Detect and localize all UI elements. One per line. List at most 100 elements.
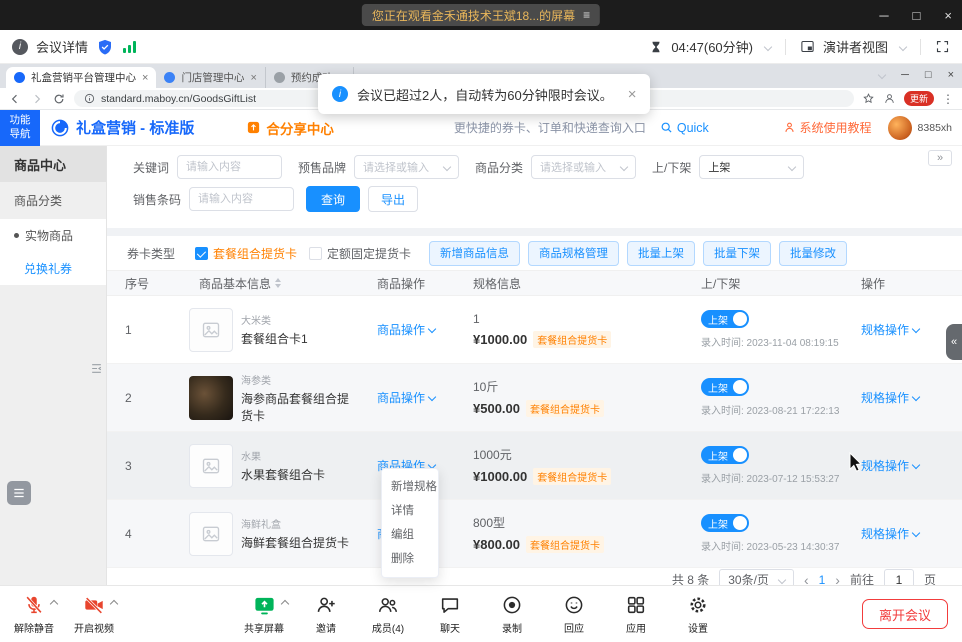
share-options-caret-icon[interactable] <box>280 600 288 608</box>
add-product-button[interactable]: 新增商品信息 <box>429 241 520 266</box>
view-mode-selector[interactable]: 演讲者视图 <box>823 37 888 56</box>
export-button[interactable]: 导出 <box>368 186 418 212</box>
share-center-link[interactable]: 合分享中心 <box>246 118 334 138</box>
sidebar-item-product-category[interactable]: 商品分类 <box>0 182 106 219</box>
minimize-icon[interactable]: ─ <box>879 8 888 23</box>
browser-close-icon[interactable]: × <box>948 69 954 81</box>
network-signal-icon[interactable] <box>122 40 138 54</box>
keyword-label: 关键词 <box>133 159 169 176</box>
spec-action-link[interactable]: 规格操作 <box>861 323 919 337</box>
close-icon[interactable]: × <box>944 8 952 23</box>
record-button[interactable]: 录制 <box>492 593 532 635</box>
members-icon <box>377 594 399 616</box>
meeting-info-icon[interactable]: i <box>12 39 28 55</box>
shelf-toggle[interactable]: 上架 <box>701 514 749 532</box>
mic-options-caret-icon[interactable] <box>50 600 58 608</box>
banner-menu-icon[interactable]: ≡ <box>583 8 590 22</box>
floating-list-widget[interactable] <box>7 481 31 505</box>
browser-minimize-icon[interactable]: ─ <box>901 69 909 81</box>
browser-menu-icon[interactable]: ⋮ <box>942 92 954 106</box>
sidebar-item-physical-goods[interactable]: 实物商品 <box>0 219 106 252</box>
chevron-down-icon <box>778 575 786 583</box>
leave-meeting-button[interactable]: 离开会议 <box>862 599 948 629</box>
members-button[interactable]: 成员(4) <box>368 593 408 635</box>
site-info-icon[interactable] <box>84 93 95 104</box>
sort-icon[interactable] <box>275 278 281 288</box>
bookmark-star-icon[interactable] <box>862 92 875 105</box>
tab-close-icon[interactable]: × <box>142 72 148 84</box>
meeting-timer: 04:47(60分钟) <box>671 37 753 56</box>
spec-action-link[interactable]: 规格操作 <box>861 459 919 473</box>
shelf-label: 上/下架 <box>652 159 691 176</box>
checkbox-unchecked-icon <box>309 247 322 260</box>
row-index: 2 <box>125 391 189 405</box>
browser-tab[interactable]: 门店管理中心 × <box>156 67 265 88</box>
spec-action-link[interactable]: 规格操作 <box>861 527 919 541</box>
invite-button[interactable]: 邀请 <box>306 593 346 635</box>
username: 8385xh <box>918 122 952 134</box>
tutorial-link[interactable]: 系统使用教程 <box>783 119 872 136</box>
section-divider <box>107 228 962 236</box>
browser-maximize-icon[interactable]: □ <box>925 69 932 81</box>
product-image-placeholder <box>189 444 233 488</box>
sidebar-item-gift-voucher[interactable]: 兑换礼券 <box>0 252 106 285</box>
info-icon: i <box>332 86 348 102</box>
product-action-link[interactable]: 商品操作 <box>377 323 435 337</box>
chat-button[interactable]: 聊天 <box>430 593 470 635</box>
reload-icon[interactable] <box>52 92 66 106</box>
back-icon[interactable] <box>8 92 22 106</box>
user-avatar[interactable] <box>888 116 912 140</box>
apps-button[interactable]: 应用 <box>616 593 656 635</box>
dropdown-item-add-spec[interactable]: 新增规格 <box>382 475 438 499</box>
spec-manage-button[interactable]: 商品规格管理 <box>528 241 619 266</box>
search-button[interactable]: 查询 <box>306 186 360 212</box>
shelf-toggle[interactable]: 上架 <box>701 310 749 328</box>
chevron-down-icon <box>620 163 628 171</box>
batch-offshelf-button[interactable]: 批量下架 <box>703 241 771 266</box>
update-badge[interactable]: 更新 <box>904 91 934 106</box>
start-video-button[interactable]: 开启视频 <box>74 593 114 635</box>
camera-options-caret-icon[interactable] <box>110 600 118 608</box>
function-nav-toggle[interactable]: 功能 导航 <box>0 110 40 146</box>
browser-tab-active[interactable]: 礼盒营销平台管理中心 × <box>6 67 156 88</box>
shelf-toggle[interactable]: 上架 <box>701 446 749 464</box>
spec-action-link[interactable]: 规格操作 <box>861 391 919 405</box>
timer-chevron-down-icon[interactable] <box>764 42 772 50</box>
dropdown-item-delete[interactable]: 删除 <box>382 547 438 571</box>
promo-text: 更快捷的券卡、订单和快递查询入口 <box>454 119 646 136</box>
unmute-button[interactable]: 解除静音 <box>14 593 54 635</box>
meeting-details-link[interactable]: 会议详情 <box>36 37 88 56</box>
checkbox-combo-card[interactable]: 套餐组合提货卡 <box>195 245 297 262</box>
maximize-icon[interactable]: □ <box>913 8 921 23</box>
view-chevron-down-icon[interactable] <box>899 42 907 50</box>
forward-icon[interactable] <box>30 92 44 106</box>
keyword-input[interactable] <box>177 155 282 179</box>
brand-select[interactable]: 请选择或输入 <box>354 155 459 179</box>
chevron-down-icon <box>428 324 436 332</box>
barcode-input[interactable] <box>189 187 294 211</box>
share-screen-button[interactable]: 共享屏幕 <box>244 593 284 635</box>
shelf-toggle[interactable]: 上架 <box>701 378 749 396</box>
tab-search-icon[interactable] <box>878 71 886 79</box>
security-shield-icon[interactable] <box>96 38 114 56</box>
product-action-link[interactable]: 商品操作 <box>377 391 435 405</box>
shelf-select[interactable]: 上架 <box>699 155 804 179</box>
tutorial-icon <box>783 121 796 134</box>
toolbar-collapse-icon[interactable]: » <box>928 150 952 166</box>
checkbox-fixed-card[interactable]: 定额固定提货卡 <box>309 245 411 262</box>
fullscreen-icon[interactable] <box>935 39 950 54</box>
batch-onshelf-button[interactable]: 批量上架 <box>627 241 695 266</box>
category-select[interactable]: 请选择或输入 <box>531 155 636 179</box>
batch-edit-button[interactable]: 批量修改 <box>779 241 847 266</box>
sidebar-collapse-icon[interactable] <box>90 362 103 375</box>
notification-close-icon[interactable]: × <box>628 86 637 103</box>
profile-icon[interactable] <box>883 92 896 105</box>
side-panel-handle[interactable]: « <box>946 324 962 360</box>
dropdown-item-group[interactable]: 编组 <box>382 523 438 547</box>
dropdown-item-detail[interactable]: 详情 <box>382 499 438 523</box>
camera-off-icon <box>83 594 105 616</box>
quick-search-link[interactable]: Quick <box>660 121 709 135</box>
settings-button[interactable]: 设置 <box>678 593 718 635</box>
reactions-button[interactable]: 回应 <box>554 593 594 635</box>
tab-close-icon[interactable]: × <box>250 72 256 84</box>
